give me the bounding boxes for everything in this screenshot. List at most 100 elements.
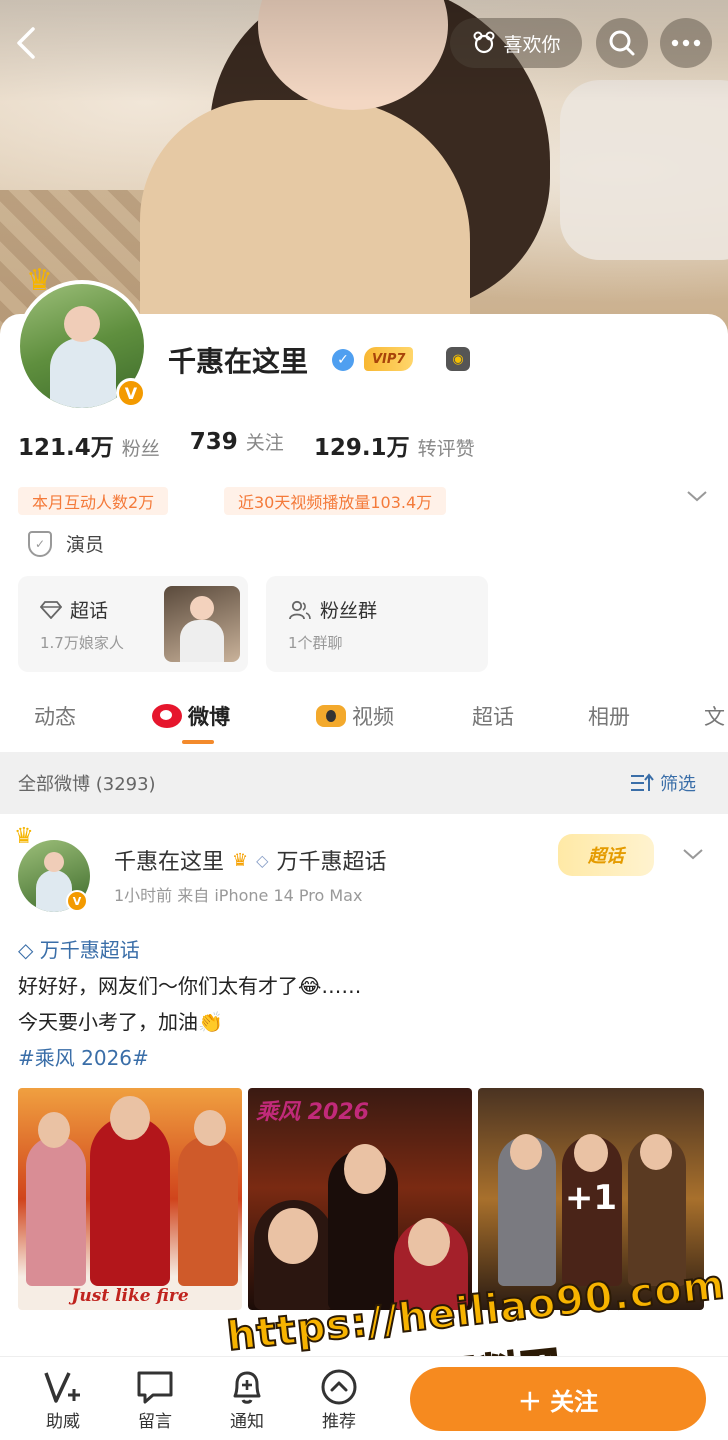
more-icon [671, 39, 701, 47]
profile-stats: 121.4万 粉丝 739 关注 129.1万 转评赞 [18, 428, 505, 462]
tab-album[interactable]: 相册 [588, 692, 630, 740]
profile-page: 喜欢你 ♛ V 千惠在这里 ✓ VIP7 ◉ 121.4万 粉丝 739 关注 … [0, 0, 728, 1440]
cheer-button[interactable]: 助威 [28, 1367, 98, 1432]
followers-stat[interactable]: 121.4万 粉丝 [18, 428, 160, 462]
bell-plus-icon [233, 1371, 261, 1404]
poster-title: 乘风 2026 [256, 1100, 369, 1125]
active-tab-indicator [182, 740, 214, 744]
fan-group-card[interactable]: 粉丝群 1个群聊 [266, 576, 488, 672]
image-caption: Just like fire [71, 1286, 189, 1306]
bottom-action-bar: 助威 留言 通知 推荐 ＋ 关注 [0, 1356, 728, 1440]
post-text: ◇ 万千惠超话 好好好，网友们～你们太有才了😂…… 今天要小考了，加油👏 #乘风… [18, 932, 361, 1076]
filter-icon [631, 773, 654, 791]
notify-label: 通知 [230, 1412, 264, 1432]
robot-badge-icon[interactable]: ◉ [446, 347, 470, 371]
chevron-left-icon [17, 27, 35, 59]
post-topic-link[interactable]: 万千惠超话 [276, 844, 386, 876]
profile-name: 千惠在这里 [168, 345, 309, 378]
more-button[interactable] [660, 18, 712, 68]
following-label: 关注 [245, 432, 284, 454]
post-menu-button[interactable] [682, 842, 704, 867]
post-image-1[interactable]: Just like fire [18, 1088, 242, 1310]
post-image-2[interactable]: 乘风 2026 [248, 1088, 472, 1310]
tab-article[interactable]: 文 [704, 692, 725, 740]
verified-check-icon[interactable]: ✓ [332, 349, 354, 371]
filter-bar: 全部微博 (3293) 筛选 [0, 752, 728, 814]
post-line-2: 今天要小考了，加油👏 [18, 1010, 223, 1034]
tab-feed-label: 动态 [34, 705, 76, 729]
tab-video[interactable]: 视频 [316, 692, 394, 740]
v-plus-icon [44, 1372, 80, 1403]
reposts-likes-label: 转评赞 [417, 438, 475, 460]
supertopic-thumbnail [164, 586, 240, 662]
following-stat[interactable]: 739 关注 [190, 428, 284, 462]
tab-weibo[interactable]: 微博 [152, 692, 230, 740]
notify-button[interactable]: 通知 [212, 1367, 282, 1432]
search-button[interactable] [596, 18, 648, 68]
doll-icon [473, 31, 495, 54]
tab-album-label: 相册 [588, 705, 630, 729]
supertopic-subtitle: 1.7万娘家人 [40, 634, 124, 652]
post-crown-icon: ♛ [14, 824, 34, 849]
vip-badge[interactable]: VIP7 [364, 347, 414, 371]
tab-weibo-label: 微博 [188, 705, 230, 729]
back-button[interactable] [6, 18, 46, 68]
post-meta: 1小时前 来自 iPhone 14 Pro Max [114, 886, 363, 905]
supertopic-card[interactable]: 超话 1.7万娘家人 [18, 576, 248, 672]
post-author-row: 千惠在这里 ♛ ◇ 万千惠超话 [114, 844, 386, 876]
profile-tabs: 动态 微博 视频 超话 相册 文 [0, 692, 728, 752]
interaction-tag[interactable]: 本月互动人数2万 [18, 487, 169, 515]
followers-label: 粉丝 [121, 438, 160, 460]
post-hashtag[interactable]: #乘风 2026# [18, 1040, 361, 1076]
more-images-count: +1 [564, 1178, 618, 1218]
post-author-name[interactable]: 千惠在这里 [114, 844, 224, 876]
reposts-likes-stat[interactable]: 129.1万 转评赞 [314, 428, 475, 462]
comment-icon [137, 1371, 173, 1404]
tab-video-label: 视频 [352, 705, 394, 729]
tab-supertopic-label: 超话 [472, 705, 514, 729]
like-you-button[interactable]: 喜欢你 [450, 18, 582, 68]
reposts-likes-count: 129.1万 [313, 435, 410, 461]
like-you-label: 喜欢你 [503, 33, 561, 56]
profile-avatar[interactable]: ♛ V [16, 266, 148, 412]
chevron-down-icon [683, 849, 703, 860]
cheer-label: 助威 [46, 1412, 80, 1432]
occupation-row: ✓ 演员 [28, 530, 104, 557]
tab-article-label: 文 [704, 705, 725, 729]
post-topic-text: 万千惠超话 [39, 938, 140, 962]
post-line-1: 好好好，网友们～你们太有才了😂…… [18, 974, 362, 998]
shield-check-icon: ✓ [28, 530, 52, 557]
following-count: 739 [189, 429, 238, 455]
supertopic-badge[interactable]: 超话 [558, 834, 654, 876]
fan-group-subtitle: 1个群聊 [288, 634, 343, 652]
all-posts-label[interactable]: 全部微博 (3293) [18, 770, 156, 796]
recommend-button[interactable]: 推荐 [304, 1367, 374, 1432]
video-views-tag[interactable]: 近30天视频播放量103.4万 [224, 487, 447, 515]
member-badge-icon: ♛ [232, 849, 249, 871]
diamond-icon: ◇ [256, 850, 269, 870]
filter-button[interactable]: 筛选 [630, 770, 696, 796]
post-verified-v-icon: V [66, 890, 88, 912]
tab-supertopic[interactable]: 超话 [472, 692, 514, 740]
filter-label: 筛选 [660, 774, 696, 795]
diamond-icon: ◇ [18, 938, 34, 962]
recommend-label: 推荐 [322, 1412, 356, 1432]
expand-profile-button[interactable] [682, 484, 712, 514]
follow-button[interactable]: ＋ 关注 [410, 1367, 706, 1431]
group-icon [289, 600, 311, 619]
arrow-up-circle-icon [321, 1369, 357, 1405]
verified-orange-v-icon: V [116, 378, 146, 408]
supertopic-title: 超话 [70, 600, 109, 622]
video-icon [316, 705, 346, 727]
message-button[interactable]: 留言 [120, 1367, 190, 1432]
message-label: 留言 [138, 1412, 172, 1432]
occupation-label: 演员 [66, 534, 105, 556]
followers-count: 121.4万 [18, 435, 114, 461]
fan-group-title: 粉丝群 [320, 600, 378, 622]
chevron-down-icon [687, 491, 707, 502]
search-icon [609, 30, 635, 56]
tab-feed[interactable]: 动态 [34, 692, 76, 740]
diamond-icon [40, 600, 62, 619]
crown-icon: ♛ [26, 263, 53, 298]
post-topic-line[interactable]: ◇ 万千惠超话 [18, 932, 361, 968]
